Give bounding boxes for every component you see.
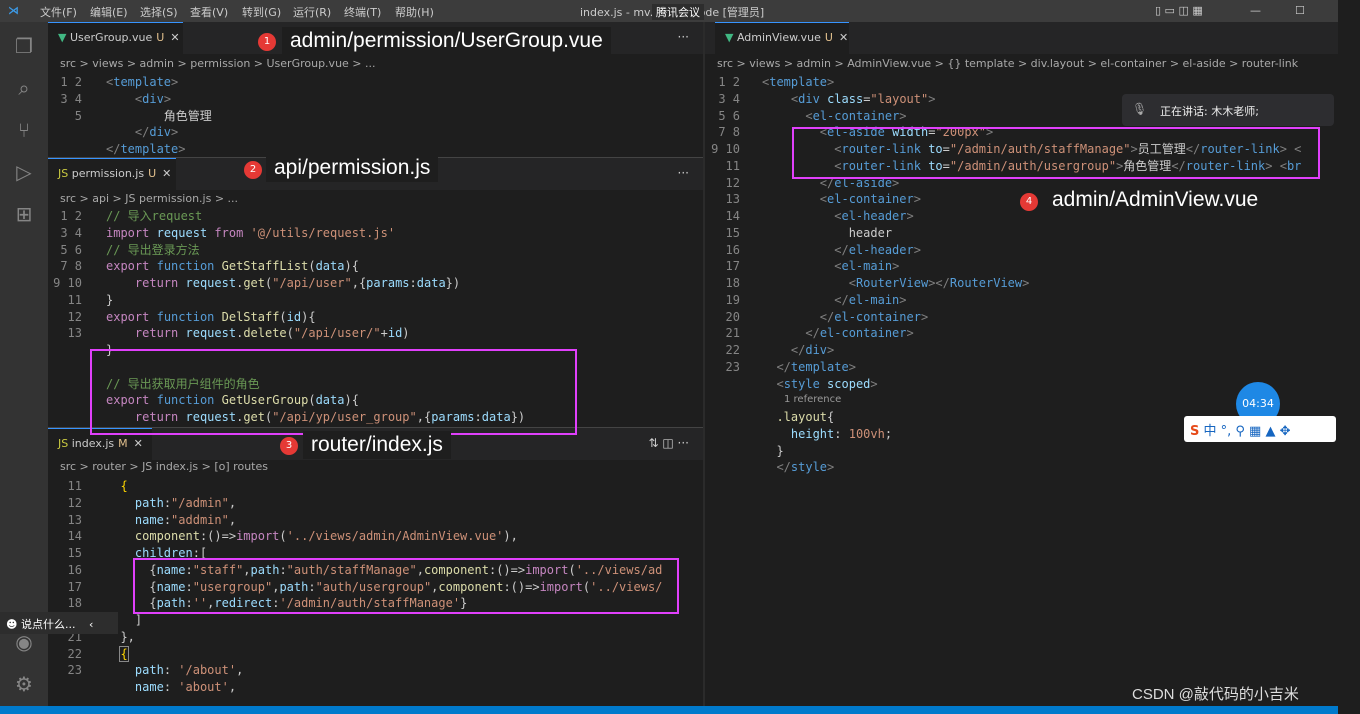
activity-bar: ❐ ⌕ ⑂ ▷ ⊞ ◉ ⚙	[0, 22, 48, 706]
title-bar: ⋊ 文件(F) 编辑(E) 选择(S) 查看(V) 转到(G) 运行(R) 终端…	[0, 0, 1338, 22]
menu-file[interactable]: 文件(F)	[40, 4, 77, 20]
badge-1: 1	[258, 33, 276, 51]
maximize-icon[interactable]: ☐	[1295, 4, 1305, 17]
menu-view[interactable]: 查看(V)	[190, 4, 228, 20]
tab-usergroup[interactable]: ▼ UserGroup.vue U ✕	[48, 22, 183, 54]
line-numbers-pane4: 1 2 3 4 5 6 7 8 9 10 11 12 13 14 15 16 1…	[711, 75, 740, 374]
breadcrumb-pane3[interactable]: src > router > JS index.js > [o] routes	[60, 458, 268, 476]
tabbar-pane4: ▼ AdminView.vue U ✕	[705, 22, 1338, 54]
tab-adminview[interactable]: ▼ AdminView.vue U ✕	[715, 22, 849, 54]
microphone-icon: 🎙	[1132, 102, 1148, 116]
editor-actions-icon[interactable]: ⇅ ◫ ···	[649, 436, 689, 450]
label-router: router/index.js	[303, 431, 451, 459]
breadcrumb-pane2[interactable]: src > api > JS permission.js > ...	[60, 190, 238, 208]
badge-3: 3	[280, 437, 298, 455]
highlight-children-routes	[133, 558, 679, 614]
emoji-icon: ☻	[6, 618, 18, 631]
tab-permission[interactable]: JS permission.js U ✕	[48, 158, 176, 190]
codelens-reference[interactable]: 1 reference	[784, 394, 841, 405]
more-actions-icon[interactable]: ···	[678, 30, 689, 44]
chat-input[interactable]: ☻ 说点什么... ‹	[0, 612, 118, 634]
menu-run[interactable]: 运行(R)	[293, 4, 331, 20]
minimize-icon[interactable]: —	[1250, 4, 1261, 17]
highlight-router-links	[792, 127, 1320, 179]
menu-help[interactable]: 帮助(H)	[395, 4, 434, 20]
line-numbers-pane3: 11 12 13 14 15 16 17 18 20 21 22 23	[67, 479, 82, 678]
menu-select[interactable]: 选择(S)	[140, 4, 178, 20]
extensions-icon[interactable]: ⊞	[12, 202, 36, 226]
line-numbers-pane1: 1 2 3 4 5	[60, 75, 82, 123]
menu-terminal[interactable]: 终端(T)	[344, 4, 381, 20]
menu-edit[interactable]: 编辑(E)	[90, 4, 128, 20]
badge-4: 4	[1020, 193, 1038, 211]
badge-2: 2	[244, 161, 262, 179]
ime-toolbar[interactable]: S 中 °, ⚲ ▦ ▲ ✥	[1184, 416, 1336, 442]
vscode-logo-icon: ⋊	[8, 4, 19, 17]
label-adminview: admin/AdminView.vue	[1044, 186, 1267, 214]
run-debug-icon[interactable]: ▷	[12, 160, 36, 184]
meeting-indicator[interactable]: 腾讯会议	[652, 4, 704, 20]
code-pane1[interactable]: <template> <div> 角色管理 </div> </template>	[106, 74, 212, 158]
breadcrumb-pane4[interactable]: src > views > admin > AdminView.vue > {}…	[717, 55, 1337, 73]
breadcrumb-pane1[interactable]: src > views > admin > permission > UserG…	[60, 55, 376, 73]
source-control-icon[interactable]: ⑂	[12, 118, 36, 142]
status-bar	[0, 706, 1338, 714]
settings-gear-icon[interactable]: ⚙	[12, 672, 36, 696]
label-usergroup: admin/permission/UserGroup.vue	[282, 27, 611, 55]
speaking-indicator: 🎙 正在讲话: 木木老师;	[1122, 94, 1334, 126]
search-icon[interactable]: ⌕	[12, 76, 36, 100]
highlight-getusergroup	[90, 349, 577, 435]
csdn-watermark: CSDN @敲代码的小吉米	[1132, 686, 1299, 703]
label-permission: api/permission.js	[266, 154, 439, 182]
layout-icons[interactable]: ▯ ▭ ◫ ▦	[1155, 4, 1203, 17]
more-actions-icon[interactable]: ···	[678, 166, 689, 180]
menu-goto[interactable]: 转到(G)	[242, 4, 281, 20]
line-numbers-pane2: 1 2 3 4 5 6 7 8 9 10 11 12 13	[53, 209, 82, 341]
explorer-icon[interactable]: ❐	[12, 34, 36, 58]
